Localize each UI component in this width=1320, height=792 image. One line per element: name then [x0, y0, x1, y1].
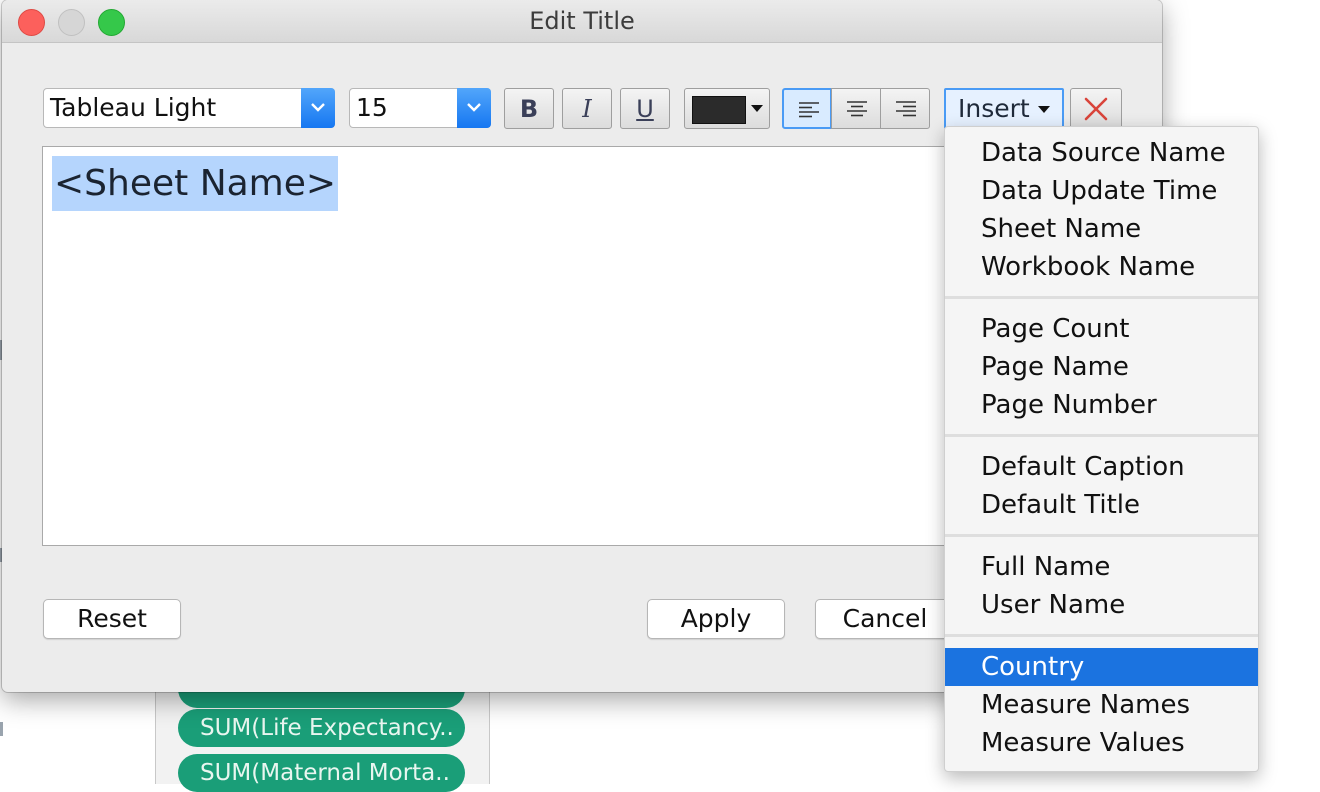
- font-size-value: 15: [356, 93, 388, 122]
- menu-separator: [945, 634, 1258, 637]
- apply-button[interactable]: Apply: [647, 599, 785, 639]
- underline-button[interactable]: U: [620, 88, 670, 129]
- align-right-icon: [896, 101, 916, 117]
- align-center-button[interactable]: [831, 88, 881, 129]
- menu-item-user-name[interactable]: User Name: [945, 586, 1258, 624]
- title-bar[interactable]: Edit Title: [2, 0, 1162, 43]
- menu-separator: [945, 434, 1258, 437]
- menu-separator: [945, 296, 1258, 299]
- menu-item-default-caption[interactable]: Default Caption: [945, 448, 1258, 486]
- bold-button[interactable]: B: [504, 88, 554, 129]
- menu-item-measure-names[interactable]: Measure Names: [945, 686, 1258, 724]
- background-edge: [0, 722, 3, 736]
- menu-separator: [945, 534, 1258, 537]
- title-text-editor[interactable]: <Sheet Name>: [42, 146, 1002, 546]
- font-family-value: Tableau Light: [50, 93, 217, 122]
- align-left-icon: [799, 102, 819, 118]
- menu-item-workbook-name[interactable]: Workbook Name: [945, 248, 1258, 286]
- align-right-button[interactable]: [880, 88, 930, 129]
- window-title: Edit Title: [529, 7, 635, 35]
- menu-item-data-source-name[interactable]: Data Source Name: [945, 134, 1258, 172]
- insert-button[interactable]: Insert: [944, 88, 1064, 129]
- selected-title-text[interactable]: <Sheet Name>: [52, 156, 339, 211]
- menu-item-page-number[interactable]: Page Number: [945, 386, 1258, 424]
- clear-button[interactable]: [1070, 88, 1122, 129]
- font-size-select[interactable]: 15: [349, 88, 491, 128]
- text-color-button[interactable]: [684, 88, 770, 129]
- chevron-down-icon[interactable]: [457, 88, 491, 128]
- close-icon: [1084, 97, 1108, 121]
- menu-item-default-title[interactable]: Default Title: [945, 486, 1258, 524]
- caret-down-icon: [1038, 106, 1050, 113]
- caret-down-icon: [751, 105, 763, 112]
- menu-item-page-name[interactable]: Page Name: [945, 348, 1258, 386]
- menu-item-measure-values[interactable]: Measure Values: [945, 724, 1258, 762]
- reset-button[interactable]: Reset: [43, 599, 181, 639]
- align-left-button[interactable]: [782, 88, 832, 129]
- menu-item-country[interactable]: Country: [945, 648, 1258, 686]
- insert-label: Insert: [958, 94, 1030, 123]
- chevron-down-icon[interactable]: [301, 88, 335, 128]
- menu-item-full-name[interactable]: Full Name: [945, 548, 1258, 586]
- background-pill-life-expectancy[interactable]: SUM(Life Expectancy..: [178, 709, 465, 747]
- insert-menu: Data Source Name Data Update Time Sheet …: [944, 126, 1259, 772]
- color-swatch: [692, 96, 746, 124]
- menu-item-data-update-time[interactable]: Data Update Time: [945, 172, 1258, 210]
- italic-button[interactable]: I: [562, 88, 612, 129]
- align-center-icon: [847, 101, 867, 117]
- font-family-select[interactable]: Tableau Light: [43, 88, 335, 128]
- cancel-button[interactable]: Cancel: [815, 599, 955, 639]
- menu-item-page-count[interactable]: Page Count: [945, 310, 1258, 348]
- menu-item-sheet-name[interactable]: Sheet Name: [945, 210, 1258, 248]
- background-pill-maternal-mortality[interactable]: SUM(Maternal Morta..: [178, 754, 465, 792]
